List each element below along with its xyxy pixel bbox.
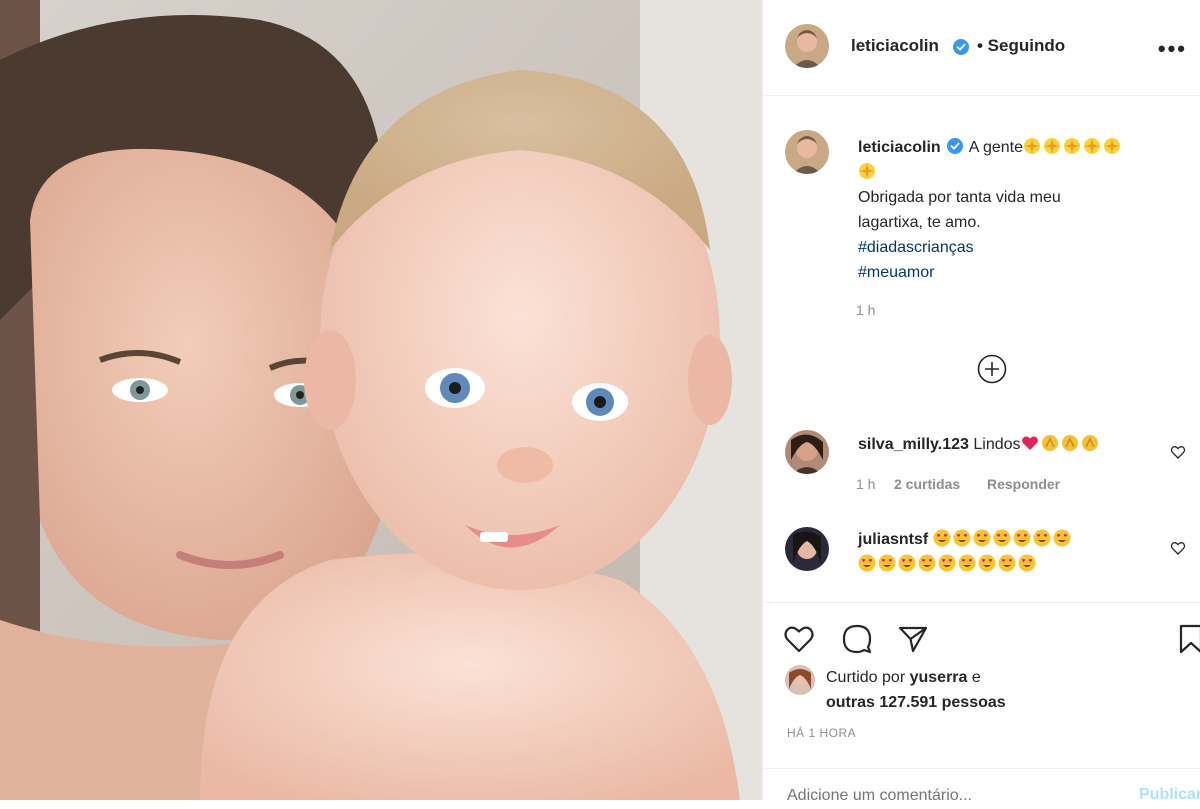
heart-eyes-emoji-icon	[1033, 529, 1051, 547]
reply-button[interactable]: Responder	[987, 476, 1060, 492]
save-bookmark-icon[interactable]	[1175, 623, 1200, 655]
post-photo[interactable]	[0, 0, 762, 800]
author-username[interactable]: leticiacolin	[851, 36, 939, 56]
like-heart-icon[interactable]	[783, 623, 815, 655]
post-side-panel: leticiacolin • Seguindo ••• leticiacolin…	[762, 0, 1200, 806]
clapping-hands-icon	[1061, 435, 1078, 451]
heart-eyes-emoji-icon	[993, 529, 1011, 547]
red-heart-icon	[1021, 436, 1038, 450]
clapping-hands-icon	[1081, 435, 1098, 451]
likes-others[interactable]: outras 127.591 pessoas	[826, 694, 1006, 711]
sparkle-star-icon	[1084, 138, 1100, 154]
likes-and: e	[971, 669, 981, 686]
clapping-hands-icon	[1041, 435, 1058, 451]
comment-time: 1 h	[856, 476, 876, 492]
likes-user[interactable]: yuserra	[910, 669, 968, 686]
comment-username[interactable]: juliasntsf	[858, 531, 928, 548]
heart-eyes-emoji-icon	[1013, 529, 1031, 547]
caption-time: 1 h	[856, 302, 876, 318]
hashtag-diadascriancas[interactable]: #diadascrianças	[858, 235, 1188, 260]
comment: juliasntsf	[858, 527, 1158, 577]
sparkle-star-icon	[1024, 138, 1040, 154]
comment-text: Lindos	[973, 436, 1021, 453]
liker-avatar[interactable]	[785, 665, 815, 695]
follow-status[interactable]: • Seguindo	[977, 36, 1065, 56]
like-comment-heart-icon[interactable]	[1170, 540, 1186, 556]
likes-summary: Curtido por yuserra e outras 127.591 pes…	[826, 665, 1006, 715]
load-more-comments-icon[interactable]	[977, 354, 1007, 384]
commenter-avatar[interactable]	[785, 430, 829, 474]
comment-likes-count[interactable]: 2 curtidas	[894, 476, 960, 492]
heart-eyes-emoji-icon	[1018, 554, 1036, 572]
commenter-avatar[interactable]	[785, 527, 829, 571]
heart-eyes-emoji-icon	[898, 554, 916, 572]
like-comment-heart-icon[interactable]	[1170, 444, 1186, 460]
post-timestamp[interactable]: HÁ 1 HORA	[787, 726, 856, 740]
heart-eyes-emoji-icon	[978, 554, 996, 572]
heart-eyes-emoji-icon	[938, 554, 956, 572]
comment-username[interactable]: silva_milly.123	[858, 436, 969, 453]
verified-badge-icon	[947, 138, 964, 154]
comment: silva_milly.123 Lindos	[858, 432, 1158, 457]
heart-eyes-emoji-icon	[953, 529, 971, 547]
post-caption: leticiacolin A gente Obrigada por tanta …	[858, 135, 1188, 285]
hashtag-meuamor[interactable]: #meuamor	[858, 260, 1188, 285]
publish-button[interactable]: Publicar	[1139, 786, 1200, 804]
heart-eyes-emoji-icon	[933, 529, 951, 547]
author-avatar[interactable]	[785, 24, 829, 68]
caption-avatar[interactable]	[785, 130, 829, 174]
comment-bubble-icon[interactable]	[841, 623, 873, 655]
heart-eyes-emoji-icon	[973, 529, 991, 547]
caption-username[interactable]: leticiacolin	[858, 139, 941, 156]
photo-illustration	[0, 0, 762, 800]
add-comment-input[interactable]	[785, 786, 1089, 806]
heart-eyes-emoji-icon	[858, 554, 876, 572]
sparkle-star-icon	[859, 163, 875, 179]
sparkle-star-icon	[1044, 138, 1060, 154]
heart-eyes-emoji-icon	[958, 554, 976, 572]
caption-line-3: lagartixa, te amo.	[858, 214, 981, 231]
heart-eyes-emoji-icon	[998, 554, 1016, 572]
sparkle-star-icon	[1064, 138, 1080, 154]
caption-line-2: Obrigada por tanta vida meu	[858, 189, 1061, 206]
likes-prefix: Curtido por	[826, 669, 906, 686]
share-paper-plane-icon[interactable]	[897, 623, 929, 655]
heart-eyes-emoji-icon	[918, 554, 936, 572]
verified-badge-icon	[953, 39, 969, 55]
heart-eyes-emoji-icon	[878, 554, 896, 572]
heart-eyes-emoji-icon	[1053, 529, 1071, 547]
more-options-icon[interactable]: •••	[1158, 36, 1187, 62]
post-header: leticiacolin • Seguindo •••	[763, 0, 1200, 96]
sparkle-star-icon	[1104, 138, 1120, 154]
caption-text-start: A gente	[968, 139, 1023, 156]
